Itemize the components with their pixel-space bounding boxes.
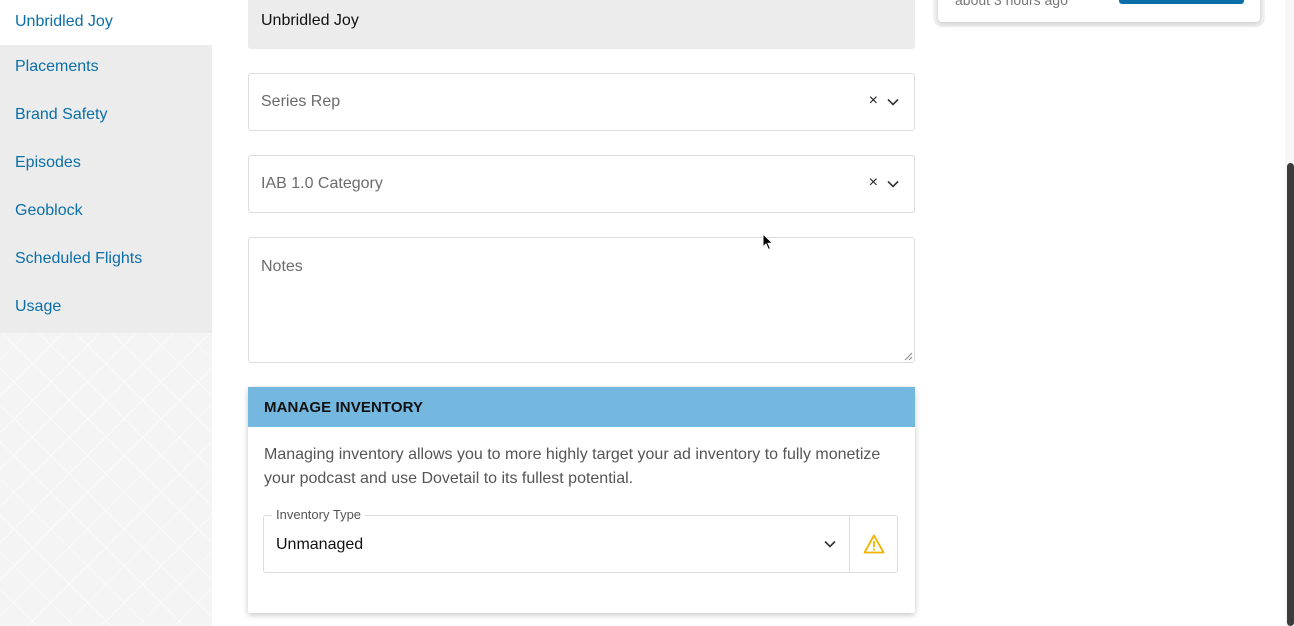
manage-inventory-heading: MANAGE INVENTORY	[248, 387, 915, 427]
resize-handle-icon[interactable]	[904, 352, 913, 361]
sidebar-nav: Unbridled Joy Placements Brand Safety Ep…	[0, 0, 212, 333]
iab-category-placeholder: IAB 1.0 Category	[261, 175, 383, 192]
manage-inventory-card: MANAGE INVENTORY Managing inventory allo…	[248, 387, 915, 613]
iab-category-select[interactable]: IAB 1.0 Category ×	[248, 155, 915, 213]
sidebar-item-placements[interactable]: Placements	[0, 45, 212, 93]
sidebar-item-scheduled-flights[interactable]: Scheduled Flights	[0, 237, 212, 285]
warning-triangle-icon	[863, 534, 885, 554]
sidebar-item-usage[interactable]: Usage	[0, 285, 212, 333]
scrollbar-thumb[interactable]	[1287, 163, 1294, 626]
notes-placeholder: Notes	[261, 258, 303, 275]
status-action-button[interactable]	[1119, 0, 1244, 4]
sidebar-item-unbridled-joy[interactable]: Unbridled Joy	[0, 0, 212, 45]
inventory-type-select[interactable]: Inventory Type Unmanaged	[263, 507, 850, 573]
series-rep-placeholder: Series Rep	[261, 93, 341, 110]
chevron-down-icon[interactable]	[886, 95, 900, 109]
series-rep-select[interactable]: Series Rep ×	[248, 73, 915, 131]
last-updated-timestamp: about 3 hours ago	[955, 0, 1068, 8]
inventory-type-value: Unmanaged	[276, 536, 364, 553]
status-card: about 3 hours ago	[938, 0, 1260, 22]
sidebar-item-geoblock[interactable]: Geoblock	[0, 189, 212, 237]
manage-inventory-description: Managing inventory allows you to more hi…	[264, 446, 881, 487]
title-input[interactable]: Unbridled Joy	[248, 0, 915, 49]
sidebar-item-episodes[interactable]: Episodes	[0, 141, 212, 189]
notes-textarea[interactable]: Notes	[248, 237, 915, 363]
sidebar-item-brand-safety[interactable]: Brand Safety	[0, 93, 212, 141]
clear-icon[interactable]: ×	[869, 92, 878, 110]
mouse-pointer-icon	[762, 233, 774, 251]
sidebar: Unbridled Joy Placements Brand Safety Ep…	[0, 0, 212, 626]
chevron-down-icon[interactable]	[886, 177, 900, 191]
clear-icon[interactable]: ×	[869, 174, 878, 192]
chevron-down-icon[interactable]	[823, 537, 837, 551]
inventory-warning	[849, 515, 898, 573]
inventory-type-label: Inventory Type	[272, 507, 366, 522]
